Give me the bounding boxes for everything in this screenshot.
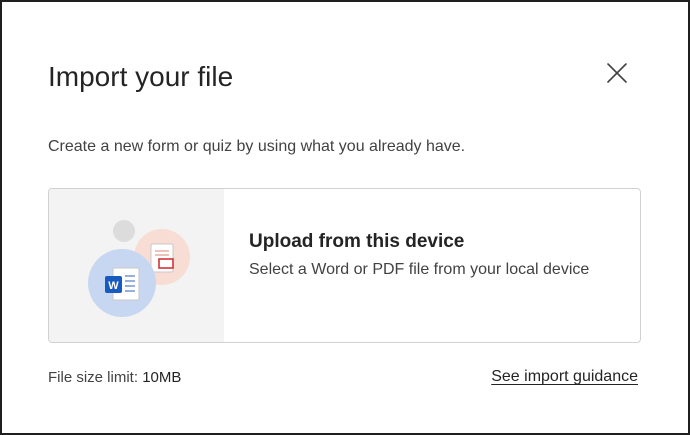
close-icon	[607, 63, 627, 83]
word-pdf-illustration-icon: W	[88, 220, 190, 317]
dialog-subtitle: Create a new form or quiz by using what …	[48, 138, 466, 155]
upload-illustration: W	[49, 189, 224, 342]
upload-option-heading: Upload from this device	[249, 231, 465, 252]
import-guidance-link[interactable]: See import guidance	[491, 367, 638, 387]
close-button[interactable]	[600, 56, 634, 90]
file-size-value: 10MB	[142, 369, 182, 386]
pdf-document-icon	[150, 243, 174, 273]
file-size-label: File size limit:	[48, 369, 139, 386]
dialog-title: Import your file	[48, 61, 234, 92]
upload-option-text: Upload from this device Select a Word or…	[249, 229, 609, 280]
import-file-dialog: Import your file Create a new form or qu…	[0, 0, 690, 435]
upload-option-description: Select a Word or PDF file from your loca…	[249, 261, 590, 278]
word-icon-letter: W	[108, 280, 119, 292]
upload-from-device-option[interactable]: W Upload from this device Select a Word …	[48, 188, 641, 343]
file-size-limit: File size limit: 10MB	[48, 368, 181, 388]
